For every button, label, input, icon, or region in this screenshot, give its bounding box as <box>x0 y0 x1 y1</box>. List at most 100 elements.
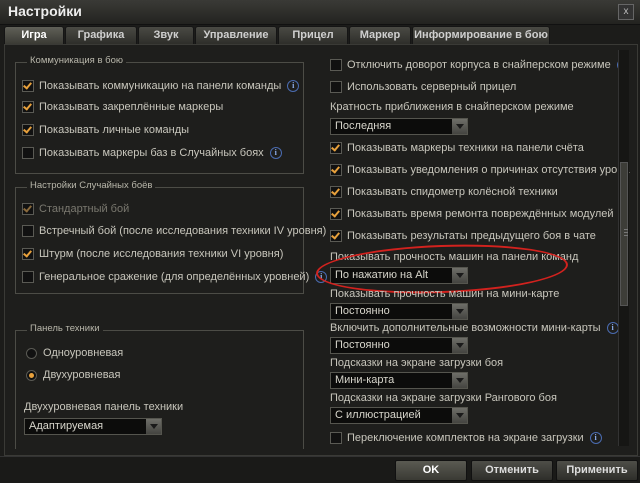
scrollbar[interactable] <box>618 50 629 446</box>
right-checkbox[interactable]: Использовать серверный прицел <box>330 81 516 93</box>
right-checkbox[interactable]: Показывать спидометр колёсной техники <box>330 186 558 198</box>
radio[interactable] <box>26 347 37 359</box>
close-icon[interactable]: x <box>618 4 634 20</box>
tab-sight[interactable]: Прицел <box>278 26 348 44</box>
comm-item[interactable]: Показывать закреплённые маркеры <box>22 101 223 113</box>
chevron-down-icon[interactable] <box>452 268 467 283</box>
checkbox[interactable] <box>22 124 34 136</box>
chevron-down-icon[interactable] <box>452 119 467 134</box>
checkbox[interactable] <box>22 80 34 92</box>
right-checkbox[interactable]: Показывать время ремонта повреждённых мо… <box>330 208 614 220</box>
switch-kits-row[interactable]: Переключение комплектов на экране загруз… <box>330 432 602 444</box>
info-icon[interactable]: i <box>269 147 282 159</box>
tab-graphics[interactable]: Графика <box>65 26 137 44</box>
minimap-extra-dropdown[interactable]: Постоянно <box>330 337 468 354</box>
checkbox[interactable] <box>330 81 342 93</box>
checkbox-label: Показывать спидометр колёсной техники <box>347 186 558 198</box>
radio[interactable] <box>26 369 37 381</box>
hp-panel-dropdown[interactable]: По нажатию на Alt <box>330 267 468 284</box>
chevron-down-icon[interactable] <box>452 338 467 353</box>
minimap-extra-label: Включить дополнительные возможности мини… <box>330 322 601 334</box>
chevron-down-icon[interactable] <box>452 304 467 319</box>
chevron-down-icon[interactable] <box>452 408 467 423</box>
two-level-label: Двухуровневая панель техники <box>24 401 184 413</box>
checkbox-label: Стандартный бой <box>39 203 130 215</box>
tab-sound[interactable]: Звук <box>138 26 194 44</box>
chevron-down-icon[interactable] <box>452 373 467 388</box>
zoom-dropdown[interactable]: Последняя <box>330 118 468 135</box>
comm-group-label: Коммуникация в бою <box>27 55 127 66</box>
window-title: Настройки <box>8 3 82 19</box>
checkbox[interactable] <box>22 248 34 260</box>
random-item[interactable]: Встречный бой (после исследования техник… <box>22 225 326 237</box>
info-icon[interactable]: i <box>589 432 602 444</box>
comm-item[interactable]: Показывать коммуникацию на панели команд… <box>22 80 300 92</box>
radio-single-level[interactable]: Одноуровневая <box>26 347 123 359</box>
info-icon[interactable]: i <box>315 271 328 283</box>
checkbox[interactable] <box>330 230 342 242</box>
checkbox[interactable] <box>22 101 34 113</box>
comm-item[interactable]: Показывать маркеры баз в Случайных боях … <box>22 147 282 159</box>
right-checkbox[interactable]: Отключить доворот корпуса в снайперском … <box>330 59 629 71</box>
checkbox-label: Показывать маркеры техники на панели счё… <box>347 142 584 154</box>
random-item[interactable]: Штурм (после исследования техники VI уро… <box>22 248 283 260</box>
dropdown-value: С иллюстрацией <box>335 409 421 421</box>
checkbox[interactable] <box>330 186 342 198</box>
zoom-label: Кратность приближения в снайперском режи… <box>330 101 574 113</box>
checkbox[interactable] <box>330 142 342 154</box>
comm-item[interactable]: Показывать личные команды <box>22 124 189 136</box>
checkbox-label: Использовать серверный прицел <box>347 81 517 93</box>
checkbox-label: Показывать личные команды <box>39 124 190 136</box>
scroll-thumb[interactable] <box>620 162 628 306</box>
random-item: Стандартный бой <box>22 203 129 215</box>
checkbox[interactable] <box>330 432 342 444</box>
dropdown-value: Адаптируемая <box>29 420 104 432</box>
chevron-down-icon[interactable] <box>146 419 161 434</box>
dropdown-value: Мини-карта <box>335 374 395 386</box>
ranked-hints-dropdown[interactable]: С иллюстрацией <box>330 407 468 424</box>
ok-button[interactable]: OK <box>395 460 467 481</box>
checkbox-label: Показывать уведомления о причинах отсутс… <box>347 164 630 176</box>
right-checkbox[interactable]: Показывать маркеры техники на панели счё… <box>330 142 584 154</box>
checkbox-label: Показывать коммуникацию на панели команд… <box>39 80 282 92</box>
ranked-hints-label: Подсказки на экране загрузки Рангового б… <box>330 392 557 404</box>
title-bar: Настройки x <box>0 0 640 25</box>
two-level-dropdown[interactable]: Адаптируемая <box>24 418 162 435</box>
checkbox-label: Встречный бой (после исследования техник… <box>39 225 327 237</box>
grip-icon <box>624 229 628 230</box>
checkbox[interactable] <box>330 164 342 176</box>
cancel-button[interactable]: Отменить <box>471 460 553 481</box>
right-checkbox[interactable]: Показывать уведомления о причинах отсутс… <box>330 164 629 176</box>
tab-controls[interactable]: Управление <box>195 26 277 44</box>
radio-label: Двухуровневая <box>43 369 121 381</box>
grip-icon <box>624 235 628 236</box>
checkbox[interactable] <box>330 59 342 71</box>
grip-icon <box>624 232 628 233</box>
checkbox-label: Штурм (после исследования техники VI уро… <box>39 248 284 260</box>
dropdown-value: Постоянно <box>335 305 390 317</box>
checkbox[interactable] <box>22 271 34 283</box>
checkbox[interactable] <box>22 147 34 159</box>
checkbox-label: Показывать время ремонта повреждённых мо… <box>347 208 614 220</box>
minimap-extra-row: Включить дополнительные возможности мини… <box>330 322 619 334</box>
settings-tabs: Игра Графика Звук Управление Прицел Марк… <box>4 26 551 44</box>
info-icon[interactable]: i <box>287 80 300 92</box>
checkbox-label: Показывать результаты предыдущего боя в … <box>347 230 596 242</box>
info-icon[interactable]: i <box>606 322 619 334</box>
right-checkbox[interactable]: Показывать результаты предыдущего боя в … <box>330 230 596 242</box>
loading-hints-label: Подсказки на экране загрузки боя <box>330 357 504 369</box>
tab-marker[interactable]: Маркер <box>349 26 411 44</box>
tab-battle-info[interactable]: Информирование в бою <box>412 26 550 44</box>
apply-button[interactable]: Применить <box>556 460 638 481</box>
dropdown-value: По нажатию на Alt <box>335 269 429 281</box>
radio-two-level[interactable]: Двухуровневая <box>26 369 121 381</box>
hp-panel-label: Показывать прочность машин на панели ком… <box>330 251 579 263</box>
checkbox[interactable] <box>22 225 34 237</box>
random-item[interactable]: Генеральное сражение (для определённых у… <box>22 271 328 283</box>
tab-game[interactable]: Игра <box>4 26 64 44</box>
checkbox[interactable] <box>330 208 342 220</box>
footer: OK Отменить Применить <box>0 456 640 483</box>
loading-hints-dropdown[interactable]: Мини-карта <box>330 372 468 389</box>
checkbox-label: Переключение комплектов на экране загруз… <box>347 432 584 444</box>
hp-minimap-dropdown[interactable]: Постоянно <box>330 303 468 320</box>
